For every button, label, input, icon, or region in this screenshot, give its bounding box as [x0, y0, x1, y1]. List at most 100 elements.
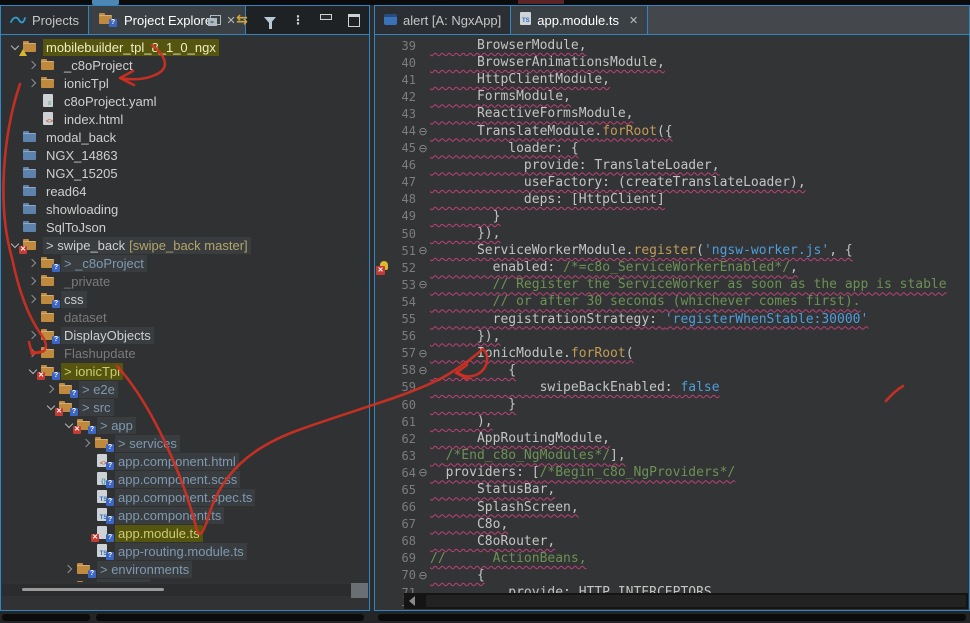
tree-item-app[interactable]: ✕?> app	[2, 416, 368, 434]
code-line-44[interactable]: 44⊖ TranslateModule.forRoot({	[376, 122, 968, 139]
tree-item-app-component-ts[interactable]: TS?app.component.ts	[2, 506, 368, 524]
tree-item-ionictpl[interactable]: ionicTpl	[2, 74, 368, 92]
code-line-51[interactable]: 51⊖ ServiceWorkerModule.register('ngsw-w…	[376, 242, 968, 259]
expander-closed-icon[interactable]	[26, 350, 40, 356]
code-line-66[interactable]: 66 SplashScreen,	[376, 499, 968, 516]
code-line-69[interactable]: 69// ActionBeans,	[376, 550, 968, 567]
maximize-button[interactable]	[345, 11, 363, 29]
fold-collapse-icon[interactable]: ⊖	[416, 142, 430, 155]
tree-item-read64[interactable]: read64	[2, 182, 368, 200]
tree-item-modal-back[interactable]: modal_back	[2, 128, 368, 146]
code-editor[interactable]: 39 BrowserModule,40 BrowserAnimationsMod…	[376, 35, 968, 609]
expander-closed-icon[interactable]	[80, 440, 94, 446]
tree-item-environments[interactable]: ?> environments	[2, 560, 368, 578]
code-line-55[interactable]: 55 registrationStrategy: 'registerWhenSt…	[376, 311, 968, 328]
code-line-52[interactable]: ✕52 enabled: /*=c8o_ServiceWorkerEnabled…	[376, 259, 968, 276]
code-line-61[interactable]: 61 ),	[376, 413, 968, 430]
link-with-editor-button[interactable]: ⇆	[233, 11, 251, 29]
tree-item-app-component-html[interactable]: <>?app.component.html	[2, 452, 368, 470]
code-line-46[interactable]: 46 provide: TranslateLoader,	[376, 157, 968, 174]
fold-collapse-icon[interactable]: ⊖	[416, 569, 430, 582]
code-text: // or after 30 seconds (whichever comes …	[430, 294, 860, 309]
tree-horizontal-scrollbar[interactable]	[2, 584, 351, 596]
tree-item-theme[interactable]: ?> theme	[2, 578, 368, 582]
editor-scrollbar-thumb[interactable]	[426, 595, 966, 607]
fold-collapse-icon[interactable]: ⊖	[416, 278, 430, 291]
tree-item-ngx-14863[interactable]: NGX_14863	[2, 146, 368, 164]
tree-item-flashupdate[interactable]: Flashupdate	[2, 344, 368, 362]
tree-item-showloading[interactable]: showloading	[2, 200, 368, 218]
expander-closed-icon[interactable]	[62, 566, 76, 572]
fold-collapse-icon[interactable]: ⊖	[416, 466, 430, 479]
code-line-48[interactable]: 48 deps: [HttpClient]	[376, 191, 968, 208]
expander-closed-icon[interactable]	[26, 296, 40, 302]
tab-close-icon[interactable]: ✕	[629, 14, 638, 27]
error-marker[interactable]: ✕	[376, 261, 391, 275]
tree-item-src[interactable]: ✕?> src	[2, 398, 368, 416]
fold-collapse-icon[interactable]: ⊖	[416, 364, 430, 377]
tree-item-ngx-15205[interactable]: NGX_15205	[2, 164, 368, 182]
code-line-47[interactable]: 47 useFactory: (createTranslateLoader),	[376, 174, 968, 191]
expander-closed-icon[interactable]	[26, 278, 40, 284]
code-line-64[interactable]: 64⊖ providers: [/*Begin_c8o_NgProviders*…	[376, 464, 968, 481]
tree-item-c8oproject[interactable]: ?> _c8oProject	[2, 254, 368, 272]
code-line-43[interactable]: 43 ReactiveFormsModule,	[376, 105, 968, 122]
tree-item-c8oproject[interactable]: _c8oProject	[2, 56, 368, 74]
view-menu-button[interactable]: ⋮	[289, 11, 307, 29]
collapse-all-button[interactable]	[205, 11, 223, 29]
code-line-62[interactable]: 62 AppRoutingModule,	[376, 430, 968, 447]
tree-item-mobilebuilder-tpl-8-1-0-ngx[interactable]: mobilebuilder_tpl_8_1_0_ngx	[2, 38, 368, 56]
editor-horizontal-scrollbar[interactable]	[404, 593, 968, 609]
expander-closed-icon[interactable]	[26, 260, 40, 266]
tree-item-swipe-back[interactable]: ✕> swipe_back[swipe_back master]	[2, 236, 368, 254]
filter-button[interactable]	[261, 11, 279, 29]
code-line-59[interactable]: 59 swipeBackEnabled: false	[376, 379, 968, 396]
fold-collapse-icon[interactable]: ⊖	[416, 244, 430, 257]
tree-item-index-html[interactable]: <>index.html	[2, 110, 368, 128]
code-line-54[interactable]: 54 // or after 30 seconds (whichever com…	[376, 293, 968, 310]
expander-closed-icon[interactable]	[44, 386, 58, 392]
code-line-70[interactable]: 70⊖ {	[376, 567, 968, 584]
tab-app-module-ts[interactable]: TSapp.module.ts✕	[511, 6, 648, 34]
fold-collapse-icon[interactable]: ⊖	[416, 125, 430, 138]
tree-item-e2e[interactable]: ?> e2e	[2, 380, 368, 398]
code-line-40[interactable]: 40 BrowserAnimationsModule,	[376, 54, 968, 71]
tree-item-displayobjects[interactable]: ?DisplayObjects	[2, 326, 368, 344]
expander-closed-icon[interactable]	[26, 62, 40, 68]
tab-projects[interactable]: Projects	[1, 6, 89, 34]
expander-closed-icon[interactable]	[26, 80, 40, 86]
tree-scrollbar-thumb[interactable]	[22, 588, 164, 591]
tree-item-ionictpl[interactable]: ✕?> ionicTpl	[2, 362, 368, 380]
code-line-39[interactable]: 39 BrowserModule,	[376, 37, 968, 54]
code-line-63[interactable]: 63 /*End_c8o_NgModules*/],	[376, 447, 968, 464]
code-line-45[interactable]: 45⊖ loader: {	[376, 140, 968, 157]
tree-item-css[interactable]: ?css	[2, 290, 368, 308]
tree-item-c8oproject-yaml[interactable]: ≡c8oProject.yaml	[2, 92, 368, 110]
tree-item-app-routing-module-ts[interactable]: TS?app-routing.module.ts	[2, 542, 368, 560]
code-line-57[interactable]: 57⊖ IonicModule.forRoot(	[376, 345, 968, 362]
tree-item-services[interactable]: ?> services	[2, 434, 368, 452]
code-line-68[interactable]: 68 C8oRouter,	[376, 533, 968, 550]
code-line-60[interactable]: 60 }	[376, 396, 968, 413]
fold-collapse-icon[interactable]: ⊖	[416, 347, 430, 360]
code-line-56[interactable]: 56 }),	[376, 328, 968, 345]
scroll-left-arrow-icon[interactable]	[409, 596, 415, 606]
tree-item-app-module-ts[interactable]: ✕?app.module.ts	[2, 524, 368, 542]
code-line-67[interactable]: 67 C8o,	[376, 516, 968, 533]
code-line-42[interactable]: 42 FormsModule,	[376, 88, 968, 105]
scss-icon: {}?	[94, 472, 111, 486]
tree-item-app-component-spec-ts[interactable]: TS?app.component.spec.ts	[2, 488, 368, 506]
expander-closed-icon[interactable]	[26, 332, 40, 338]
code-line-50[interactable]: 50 }),	[376, 225, 968, 242]
minimize-button[interactable]	[317, 11, 335, 29]
code-line-49[interactable]: 49 }	[376, 208, 968, 225]
tree-item-app-component-scss[interactable]: {}?app.component.scss	[2, 470, 368, 488]
tree-item-sqltojson[interactable]: SqlToJson	[2, 218, 368, 236]
code-line-41[interactable]: 41 HttpClientModule,	[376, 71, 968, 88]
code-line-53[interactable]: 53⊖ // Register the ServiceWorker as soo…	[376, 276, 968, 293]
code-line-65[interactable]: 65 StatusBar,	[376, 481, 968, 498]
code-line-58[interactable]: 58⊖ {	[376, 362, 968, 379]
tab-alert-a-ngxapp[interactable]: alert [A: NgxApp]	[375, 6, 511, 34]
tree-item-private[interactable]: _private	[2, 272, 368, 290]
tree-item-dataset[interactable]: dataset	[2, 308, 368, 326]
